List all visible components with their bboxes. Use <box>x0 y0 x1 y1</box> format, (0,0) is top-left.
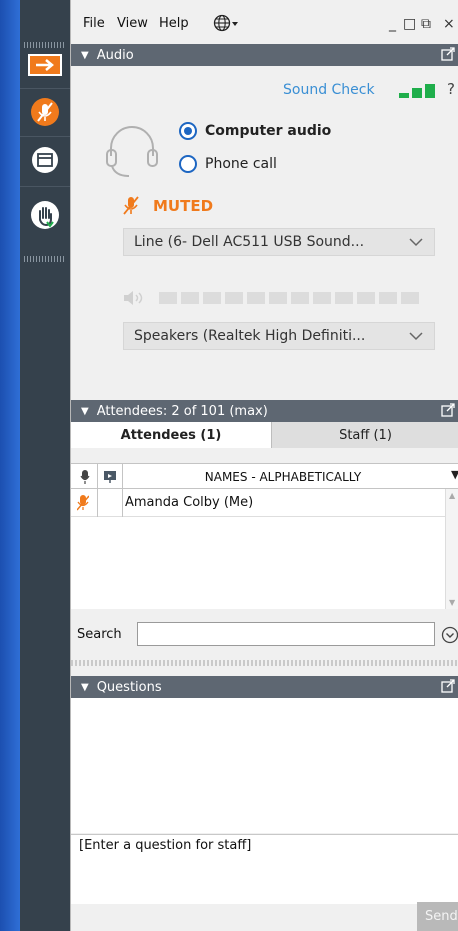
screen-view-button[interactable] <box>20 140 70 180</box>
panel-splitter[interactable] <box>71 660 458 666</box>
desktop-background <box>0 0 20 931</box>
toolbar-grip[interactable] <box>24 42 66 48</box>
close-button[interactable]: × <box>443 16 455 32</box>
collapse-triangle-icon[interactable]: ▼ <box>81 50 89 61</box>
menu-file[interactable]: File <box>83 16 105 31</box>
presenter-screen-icon <box>104 471 116 483</box>
phone-call-label: Phone call <box>205 156 277 172</box>
send-button-label: Send <box>425 909 458 924</box>
collapse-triangle-icon[interactable]: ▼ <box>81 682 89 693</box>
toolbar-grip[interactable] <box>24 256 66 262</box>
toolbar-divider <box>20 88 70 89</box>
send-button[interactable]: Send <box>417 902 458 931</box>
level-segment <box>291 292 309 304</box>
speaker-select[interactable]: Speakers (Realtek High Definiti... <box>123 322 435 350</box>
microphone-select[interactable]: Line (6- Dell AC511 USB Sound... <box>123 228 435 256</box>
menu-bar: File View Help _ □ ⧉ × <box>71 0 458 44</box>
attendee-list-scrollbar[interactable]: ▲ ▼ <box>445 489 458 609</box>
microphone-icon <box>80 470 90 484</box>
computer-audio-label: Computer audio <box>205 123 332 139</box>
raise-hand-button[interactable] <box>20 195 70 235</box>
scroll-up-icon[interactable]: ▲ <box>449 491 455 500</box>
arrow-right-icon <box>28 54 62 76</box>
side-toolbar <box>20 0 70 931</box>
signal-strength-icon <box>399 84 439 102</box>
attendees-header[interactable]: ▼ Attendees: 2 of 101 (max) <box>71 400 458 422</box>
attendees-title: Attendees: 2 of 101 (max) <box>96 403 268 419</box>
level-segment <box>225 292 243 304</box>
mute-toggle-button[interactable] <box>20 92 70 132</box>
menu-help[interactable]: Help <box>159 16 189 31</box>
phone-call-option[interactable]: Phone call <box>179 155 277 173</box>
level-segment <box>313 292 331 304</box>
attendee-tabs: Attendees (1) Staff (1) <box>71 422 458 448</box>
audio-help-button[interactable]: ? <box>447 80 455 98</box>
window-icon <box>32 147 58 173</box>
attendee-name: Amanda Colby (Me) <box>125 495 254 510</box>
restore-button[interactable]: ⧉ <box>421 16 431 32</box>
level-segment <box>357 292 375 304</box>
attendee-search: Search <box>71 620 458 650</box>
questions-footer <box>71 904 458 931</box>
maximize-button[interactable]: □ <box>403 16 416 32</box>
names-column-header[interactable]: NAMES - ALPHABETICALLY <box>123 464 443 490</box>
audio-title: Audio <box>96 47 134 63</box>
level-segment <box>269 292 287 304</box>
microphone-muted-icon <box>31 98 59 126</box>
sort-triangle-icon[interactable]: ▼ <box>451 468 458 481</box>
popout-icon[interactable] <box>441 679 455 697</box>
level-segment <box>335 292 353 304</box>
speaker-select-value: Speakers (Realtek High Definiti... <box>134 328 366 344</box>
radio-unselected[interactable] <box>179 155 197 173</box>
level-segment <box>203 292 221 304</box>
speaker-level-meter <box>123 290 423 306</box>
hand-icon <box>31 201 59 229</box>
scroll-down-icon[interactable]: ▼ <box>449 598 455 607</box>
collapse-panel-button[interactable] <box>20 52 70 78</box>
screen-column-header[interactable] <box>99 464 121 490</box>
audio-header[interactable]: ▼ Audio <box>71 44 458 66</box>
toolbar-divider <box>20 136 70 137</box>
minimize-button[interactable]: _ <box>389 16 396 32</box>
questions-title: Questions <box>96 679 162 695</box>
level-segment <box>247 292 265 304</box>
level-segment <box>401 292 419 304</box>
mic-column-header[interactable] <box>75 464 95 490</box>
popout-icon[interactable] <box>441 403 455 421</box>
globe-icon[interactable] <box>213 14 239 36</box>
chevron-down-icon <box>408 233 424 255</box>
toolbar-divider <box>20 186 70 187</box>
search-label: Search <box>77 627 122 642</box>
muted-label: MUTED <box>153 197 214 215</box>
mute-status: MUTED <box>123 196 213 216</box>
radio-selected[interactable] <box>179 122 197 140</box>
table-row[interactable]: Amanda Colby (Me) <box>71 489 445 517</box>
headset-icon <box>105 120 159 184</box>
level-segment <box>379 292 397 304</box>
questions-log <box>71 698 458 833</box>
menu-view[interactable]: View <box>117 16 148 31</box>
microphone-muted-icon <box>123 196 139 215</box>
search-input[interactable] <box>137 622 435 646</box>
computer-audio-option[interactable]: Computer audio <box>179 122 331 140</box>
microphone-muted-icon <box>77 495 89 511</box>
sound-check-link[interactable]: Sound Check <box>283 82 375 98</box>
level-segment <box>159 292 177 304</box>
control-panel: File View Help _ □ ⧉ × ▼ Audio Sound Che… <box>70 0 458 931</box>
popout-icon[interactable] <box>441 47 455 65</box>
search-options-icon[interactable] <box>441 626 458 648</box>
question-input-placeholder[interactable]: [Enter a question for staff] <box>79 838 251 853</box>
questions-header[interactable]: ▼ Questions <box>71 676 458 698</box>
speaker-volume-icon <box>124 291 143 305</box>
tab-attendees[interactable]: Attendees (1) <box>71 422 271 448</box>
attendee-table-header: NAMES - ALPHABETICALLY ▼ <box>71 463 458 490</box>
microphone-select-value: Line (6- Dell AC511 USB Sound... <box>134 234 365 250</box>
level-segment <box>181 292 199 304</box>
tab-staff[interactable]: Staff (1) <box>271 422 458 448</box>
collapse-triangle-icon[interactable]: ▼ <box>81 406 89 417</box>
chevron-down-icon <box>408 327 424 349</box>
